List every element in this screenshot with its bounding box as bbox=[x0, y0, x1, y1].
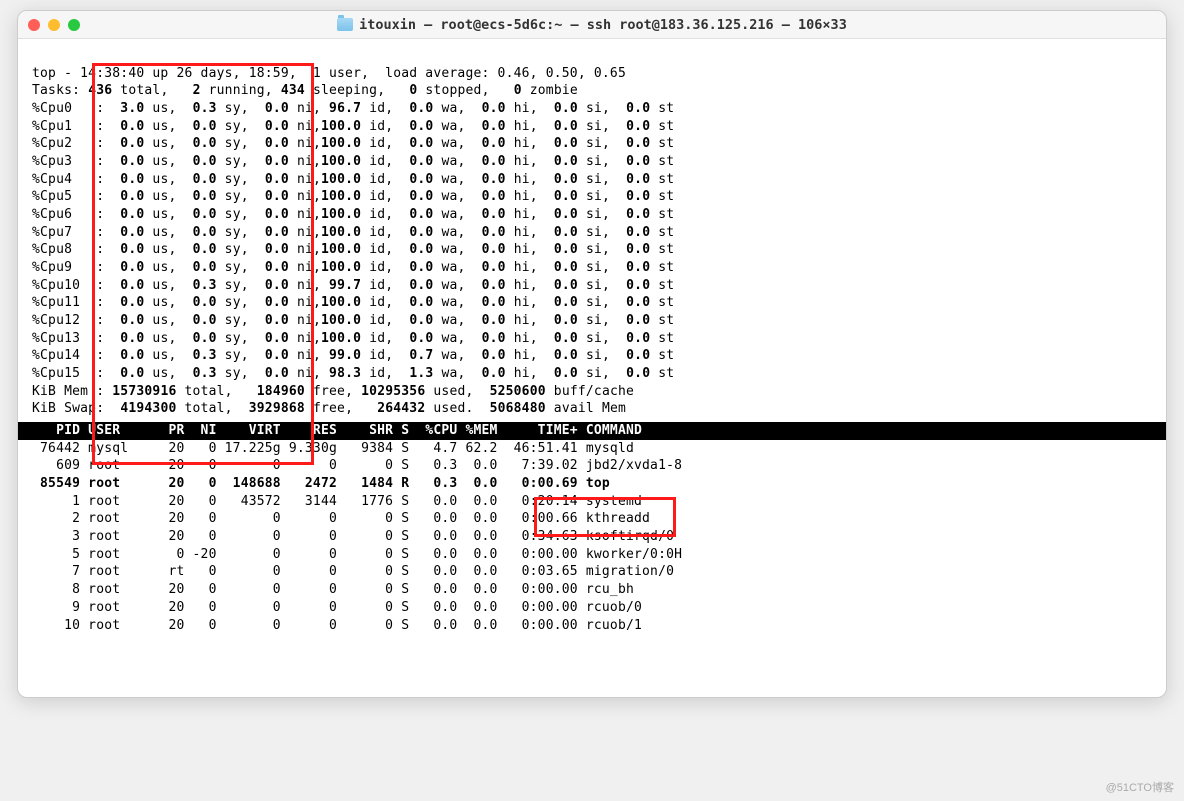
terminal-content[interactable]: top - 14:38:40 up 26 days, 18:59, 1 user… bbox=[18, 39, 1166, 697]
terminal-window: itouxin — root@ecs-5d6c:~ — ssh root@183… bbox=[17, 10, 1167, 698]
swap-line: KiB Swap: 4194300 total, 3929868 free, 2… bbox=[32, 401, 626, 416]
watermark: @51CTO博客 bbox=[1106, 779, 1174, 795]
top-summary: top - 14:38:40 up 26 days, 18:59, 1 user… bbox=[32, 66, 626, 81]
process-list: 76442 mysql 20 0 17.225g 9.330g 9384 S 4… bbox=[32, 441, 682, 633]
folder-icon bbox=[337, 18, 353, 31]
window-title: itouxin — root@ecs-5d6c:~ — ssh root@183… bbox=[18, 17, 1166, 33]
mem-line: KiB Mem : 15730916 total, 184960 free, 1… bbox=[32, 384, 634, 399]
cpu-lines: %Cpu0 : 3.0 us, 0.3 sy, 0.0 ni, 96.7 id,… bbox=[32, 101, 674, 381]
window-title-text: itouxin — root@ecs-5d6c:~ — ssh root@183… bbox=[359, 17, 847, 33]
tasks-line: Tasks: 436 total, 2 running, 434 sleepin… bbox=[32, 83, 578, 98]
process-header: PID USER PR NI VIRT RES SHR S %CPU %MEM … bbox=[18, 422, 1166, 440]
titlebar[interactable]: itouxin — root@ecs-5d6c:~ — ssh root@183… bbox=[18, 11, 1166, 39]
